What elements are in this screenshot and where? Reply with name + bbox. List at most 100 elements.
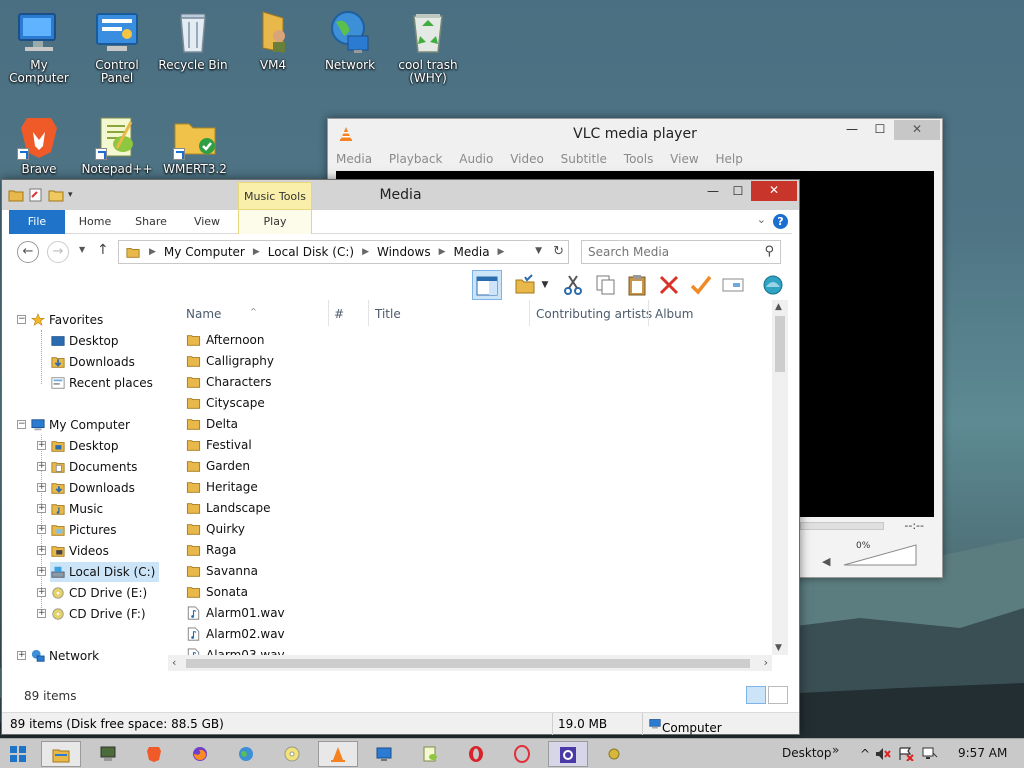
list-item[interactable]: Delta — [186, 414, 238, 435]
list-item[interactable]: Alarm01.wav — [186, 603, 285, 624]
vlc-menu-audio[interactable]: Audio — [459, 149, 493, 169]
column-number[interactable]: # — [334, 307, 344, 321]
taskbar-opera-gx[interactable] — [502, 741, 542, 767]
tab-share[interactable]: Share — [129, 210, 173, 234]
taskbar-computer[interactable] — [88, 741, 128, 767]
desktop-icon-vm4[interactable]: VM4 — [235, 8, 311, 72]
collapse-icon[interactable]: − — [17, 315, 26, 324]
help-icon[interactable]: ? — [773, 214, 788, 229]
nav-cd-drive-f[interactable]: CD Drive (F:) — [50, 604, 146, 624]
list-item[interactable]: Festival — [186, 435, 252, 456]
address-dropdown-icon[interactable]: ▼ — [535, 246, 542, 256]
delete-button[interactable] — [654, 270, 684, 300]
list-item[interactable]: Cityscape — [186, 393, 265, 414]
list-item[interactable]: Savanna — [186, 561, 258, 582]
expand-icon[interactable]: + — [37, 546, 46, 555]
list-item[interactable]: Garden — [186, 456, 250, 477]
list-item[interactable]: Heritage — [186, 477, 258, 498]
list-item[interactable]: Calligraphy — [186, 351, 274, 372]
expand-icon[interactable]: + — [17, 651, 26, 660]
maximize-button[interactable]: ☐ — [724, 182, 752, 202]
breadcrumb-separator-icon[interactable]: ▶ — [362, 247, 369, 257]
tab-play[interactable]: Play — [238, 210, 312, 234]
copy-button[interactable] — [590, 270, 620, 300]
scroll-right-icon[interactable]: › — [764, 656, 768, 669]
tab-view[interactable]: View — [185, 210, 229, 234]
vlc-volume-slider[interactable]: 0% — [842, 541, 918, 567]
list-item[interactable]: Quirky — [186, 519, 245, 540]
search-input[interactable] — [588, 245, 758, 259]
search-box[interactable]: ⚲ — [581, 240, 781, 264]
list-item[interactable]: Afternoon — [186, 330, 265, 351]
breadcrumb-local-disk[interactable]: Local Disk (C:) — [268, 245, 354, 259]
nav-fav-recent-places[interactable]: Recent places — [50, 373, 153, 393]
column-album[interactable]: Album — [655, 307, 693, 321]
column-contributing-artists[interactable]: Contributing artists — [536, 307, 652, 321]
vlc-menu-help[interactable]: Help — [715, 149, 742, 169]
maximize-button[interactable]: ☐ — [866, 120, 894, 140]
tab-file[interactable]: File — [9, 210, 65, 234]
expand-icon[interactable]: + — [37, 609, 46, 618]
scroll-down-icon[interactable]: ▼ — [775, 643, 782, 653]
action-center-icon[interactable] — [898, 747, 914, 764]
back-button[interactable]: ← — [17, 241, 39, 263]
taskbar-brave[interactable] — [134, 741, 174, 767]
expand-icon[interactable]: + — [37, 588, 46, 597]
expand-icon[interactable]: + — [37, 483, 46, 492]
nav-pictures[interactable]: Pictures — [50, 520, 117, 540]
breadcrumb-my-computer[interactable]: My Computer — [164, 245, 245, 259]
column-name[interactable]: Name — [186, 307, 221, 321]
speaker-icon[interactable]: ◀ — [822, 555, 830, 568]
vlc-seek-bar[interactable] — [800, 522, 884, 530]
network-share-button[interactable] — [758, 270, 788, 300]
search-icon[interactable]: ⚲ — [764, 244, 774, 259]
breadcrumb-windows[interactable]: Windows — [377, 245, 431, 259]
select-dropdown-icon[interactable]: ▼ — [538, 270, 552, 300]
volume-muted-icon[interactable] — [875, 747, 891, 764]
nav-favorites[interactable]: Favorites — [30, 310, 103, 330]
desktop-icon-recycle-bin[interactable]: Recycle Bin — [155, 8, 231, 72]
list-item[interactable]: Landscape — [186, 498, 270, 519]
desktop-icon-wmert[interactable]: WMERT3.2 — [157, 112, 233, 176]
preview-pane-button[interactable] — [472, 270, 502, 300]
expand-icon[interactable]: + — [37, 525, 46, 534]
nav-desktop[interactable]: Desktop — [50, 436, 119, 456]
cut-button[interactable] — [558, 270, 588, 300]
recent-locations-icon[interactable]: ▼ — [79, 245, 85, 254]
large-icons-view-button[interactable] — [768, 686, 788, 704]
list-item[interactable]: Characters — [186, 372, 272, 393]
scroll-thumb[interactable] — [186, 659, 750, 668]
taskbar-opera[interactable] — [456, 741, 496, 767]
start-windows-icon[interactable] — [10, 746, 26, 762]
minimize-button[interactable]: — — [699, 182, 727, 202]
list-item[interactable]: Sonata — [186, 582, 248, 603]
address-bar[interactable]: ▶ My Computer ▶ Local Disk (C:) ▶ Window… — [118, 240, 569, 264]
vlc-menu-subtitle[interactable]: Subtitle — [561, 149, 607, 169]
nav-local-disk-c[interactable]: Local Disk (C:) — [50, 562, 160, 582]
taskbar-remote-desktop[interactable] — [364, 741, 404, 767]
network-status-icon[interactable] — [922, 747, 938, 764]
nav-network[interactable]: Network — [30, 646, 99, 666]
collapse-icon[interactable]: − — [17, 420, 26, 429]
nav-cd-drive-e[interactable]: CD Drive (E:) — [50, 583, 147, 603]
desktop-icon-my-computer[interactable]: My Computer — [1, 8, 77, 85]
clock[interactable]: 9:57 AM — [958, 746, 1007, 760]
scroll-thumb[interactable] — [775, 316, 785, 372]
expand-icon[interactable]: + — [37, 441, 46, 450]
nav-videos[interactable]: Videos — [50, 541, 109, 561]
scroll-up-icon[interactable]: ▲ — [775, 302, 782, 312]
chevron-down-icon[interactable]: ⌄ — [757, 213, 766, 226]
up-button[interactable]: ↑ — [97, 242, 109, 258]
breadcrumb-separator-icon[interactable]: ▶ — [498, 247, 505, 257]
refresh-icon[interactable]: ↻ — [553, 244, 564, 259]
nav-fav-desktop[interactable]: Desktop — [50, 331, 119, 351]
show-hidden-icons-icon[interactable]: ^ — [860, 747, 870, 761]
list-item[interactable]: Alarm02.wav — [186, 624, 285, 645]
rename-button[interactable] — [686, 270, 716, 300]
desktop-icon-brave[interactable]: Brave — [1, 112, 77, 176]
toolbar-chevron-icon[interactable]: » — [832, 743, 839, 757]
paste-button[interactable] — [622, 270, 652, 300]
expand-icon[interactable]: + — [37, 462, 46, 471]
taskbar-firefox[interactable] — [180, 741, 220, 767]
desktop-toolbar-label[interactable]: Desktop — [782, 746, 832, 760]
